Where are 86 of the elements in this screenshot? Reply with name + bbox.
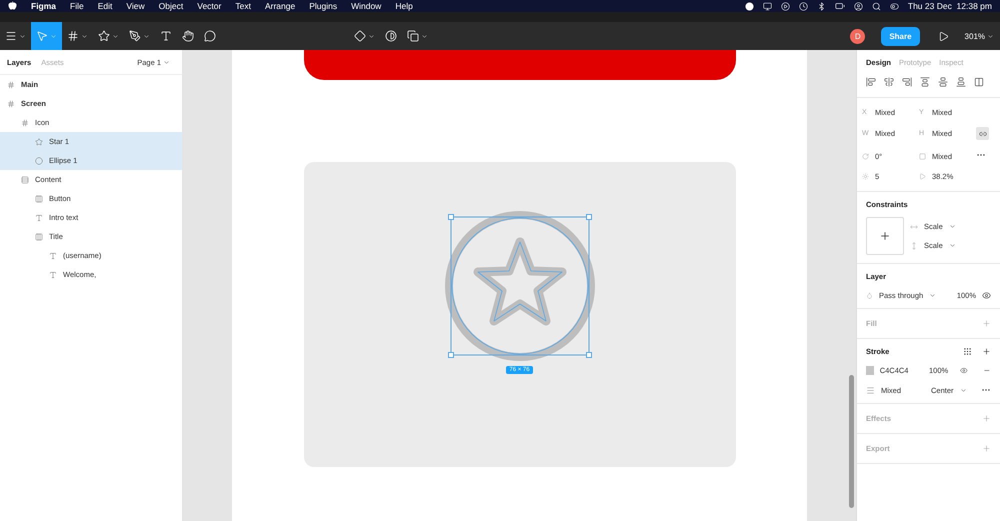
menu-item[interactable]: Plugins — [309, 1, 338, 11]
clock-text: Thu 23 Dec 12:38 pm — [908, 1, 992, 11]
battery-icon — [834, 1, 845, 11]
chevron-icon — [368, 32, 375, 40]
hand-icon — [182, 30, 194, 42]
distribute-icon — [974, 77, 984, 87]
stroke-weight-icon — [866, 386, 875, 394]
chevron-icon — [112, 32, 119, 40]
apple-icon — [8, 0, 17, 10]
chevron-icon — [929, 292, 936, 299]
text-icon — [49, 270, 57, 278]
ellipse-icon — [35, 156, 43, 164]
bluetooth-icon — [816, 2, 826, 10]
contrast-icon — [384, 30, 397, 42]
points-icon — [862, 173, 869, 180]
blend-icon — [866, 292, 873, 299]
chevron-icon — [50, 32, 57, 40]
chevron-icon — [960, 386, 967, 394]
frame-icon — [21, 118, 29, 126]
link-icon — [978, 130, 986, 138]
menu-item[interactable]: Vector — [197, 1, 222, 11]
menu-item[interactable]: Help — [395, 1, 413, 11]
ratio-icon — [919, 173, 926, 180]
chevron-icon — [143, 32, 150, 40]
frame-icon — [67, 30, 79, 42]
control-center-icon — [890, 2, 899, 10]
play-circle-icon — [780, 2, 790, 10]
clock-icon — [798, 2, 808, 10]
align-top-icon — [920, 77, 930, 87]
search-icon — [872, 2, 881, 10]
chevron-icon — [948, 223, 956, 230]
eye-icon — [960, 366, 968, 375]
star-icon — [98, 30, 110, 42]
align-bottom-icon — [956, 77, 966, 87]
play-icon — [938, 30, 949, 42]
text-icon — [49, 252, 57, 260]
align-left-icon — [866, 77, 876, 87]
columns-icon — [35, 194, 43, 202]
text-icon — [35, 214, 43, 222]
chevron-icon — [948, 242, 956, 249]
eye-icon — [982, 291, 991, 300]
menu-item[interactable]: View — [126, 1, 145, 11]
align-right-icon — [902, 77, 912, 87]
text-icon — [160, 30, 172, 42]
pen-icon — [129, 30, 141, 42]
menu-item[interactable]: File — [70, 1, 84, 11]
plus-icon — [879, 230, 891, 242]
rows-icon — [21, 176, 29, 184]
user-icon — [854, 2, 863, 10]
horizontal-arrow-icon — [910, 222, 918, 230]
zoom-menu[interactable]: 301% — [964, 32, 994, 40]
chevron-icon — [81, 32, 88, 40]
rotation-icon — [862, 152, 869, 160]
menu-icon — [5, 30, 17, 42]
menu-item[interactable]: Arrange — [264, 1, 296, 11]
component-icon — [354, 30, 366, 42]
chevron-icon — [987, 32, 994, 40]
align-center-icon — [884, 77, 894, 87]
styles-icon — [963, 347, 972, 356]
display-icon — [762, 2, 772, 10]
boolean-icon — [406, 30, 419, 42]
plus-icon — [982, 347, 991, 356]
comment-icon — [204, 30, 216, 42]
frame-icon — [7, 100, 15, 108]
plus-icon — [982, 319, 991, 328]
scrollbar[interactable] — [849, 375, 854, 508]
constrain-button[interactable] — [976, 127, 989, 140]
menu-item[interactable]: Edit — [98, 1, 112, 11]
star-icon — [35, 138, 43, 146]
chevron-icon — [163, 58, 170, 66]
corner-radius-icon — [919, 152, 926, 160]
align-middle-icon — [938, 77, 948, 87]
pointer-icon — [36, 30, 48, 42]
menu-item[interactable]: Object — [158, 1, 184, 11]
chevron-icon — [19, 32, 26, 40]
record-icon — [744, 2, 754, 10]
vertical-arrow-icon — [910, 242, 918, 250]
menu-item[interactable]: Window — [351, 1, 382, 11]
frame-icon — [7, 80, 15, 88]
columns-icon — [35, 232, 43, 240]
app-menu[interactable]: Figma — [31, 1, 56, 11]
chevron-icon — [420, 32, 428, 40]
plus-icon — [982, 414, 991, 423]
color-swatch[interactable] — [866, 366, 874, 375]
plus-icon — [982, 444, 991, 453]
menu-item[interactable]: Text — [235, 1, 251, 11]
